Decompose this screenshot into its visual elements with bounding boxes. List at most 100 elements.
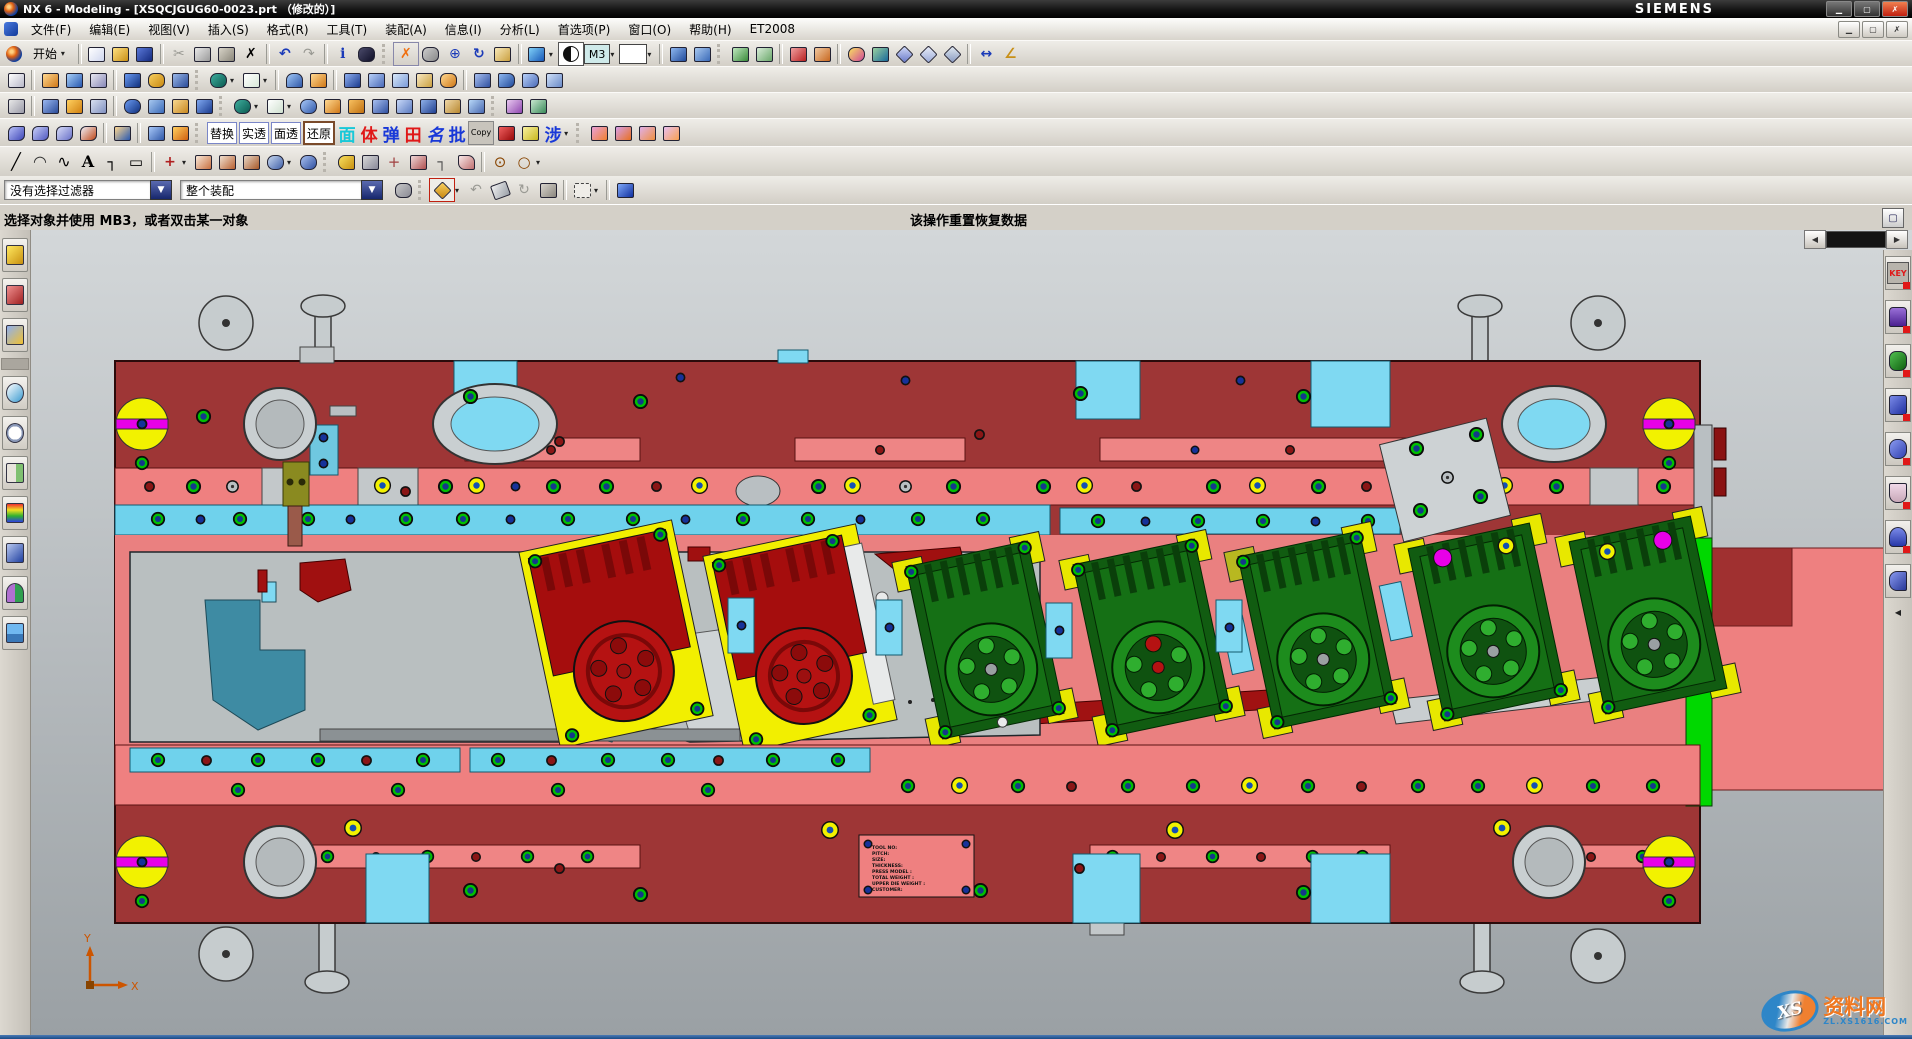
join-curve-icon[interactable] [358,151,382,173]
reuse-library-icon[interactable] [2,456,28,490]
snip-curve-icon[interactable] [406,151,430,173]
gasket-template-button[interactable] [1885,344,1911,378]
red-cube-icon[interactable] [494,122,518,144]
view-orient-cube-icon[interactable] [525,43,549,65]
deselect-icon[interactable]: ↶ [464,179,488,201]
cut-icon[interactable]: ✂ [167,43,191,65]
draft-body-icon[interactable] [416,95,440,117]
edit-section-icon[interactable] [690,43,714,65]
face-translucent-button[interactable]: 面透 [271,122,301,144]
measure-distance-icon[interactable]: ↔ [974,43,998,65]
mirror-body-icon[interactable] [62,95,86,117]
selection-scope-arrow-icon[interactable]: ▼ [361,180,383,200]
delete-icon[interactable]: ✗ [239,43,263,65]
quick-trim-icon[interactable] [191,151,215,173]
point-dropdown[interactable]: ▾ [182,158,191,167]
history-clock-icon[interactable] [2,416,28,450]
datum-plane-icon[interactable] [206,69,230,91]
snap-point-dropdown[interactable]: ▾ [455,186,464,195]
line-icon[interactable]: ╱ [4,151,28,173]
csys-orient-icon[interactable] [810,43,834,65]
shade-diamond-icon[interactable] [892,43,916,65]
m3-reference-set[interactable]: M3 [584,43,611,65]
through-curves-icon[interactable] [28,122,52,144]
csys-vector-icon[interactable] [786,43,810,65]
pattern-icon[interactable] [86,95,110,117]
menu-analysis[interactable]: 分析(L) [491,19,549,40]
menu-tools[interactable]: 工具(T) [318,19,377,40]
rotate-point-icon[interactable]: ↻ [512,179,536,201]
internet-explorer-icon[interactable] [2,376,28,410]
save-icon[interactable] [133,43,157,65]
offset-dropdown[interactable]: ▾ [287,158,296,167]
swept-icon[interactable] [110,122,134,144]
pin-template-button[interactable] [1885,520,1911,554]
grab-point-icon[interactable] [536,179,560,201]
datum-csys-dropdown[interactable]: ▾ [254,102,263,111]
block-icon[interactable] [120,69,144,91]
scroll-left-icon[interactable]: ◀ [1804,230,1826,249]
boss2-icon[interactable] [192,95,216,117]
punch-template-button[interactable] [1885,476,1911,510]
hole-icon[interactable] [120,95,144,117]
chamfer-icon[interactable] [368,95,392,117]
stitch-icon[interactable] [440,95,464,117]
copy-component-icon[interactable] [635,122,659,144]
marquee-select-icon[interactable] [570,179,594,201]
menu-edit[interactable]: 编辑(E) [80,19,139,40]
offset-surface-icon[interactable] [502,95,526,117]
copy-icon[interactable] [191,43,215,65]
interference-button[interactable]: 涉 [542,122,564,144]
move-component-icon[interactable] [587,122,611,144]
bend-icon[interactable] [168,122,192,144]
menu-help[interactable]: 帮助(H) [680,19,740,40]
pocket-icon[interactable] [168,69,192,91]
circle-tool-icon[interactable]: ○ [512,151,536,173]
tube-icon[interactable] [296,151,320,173]
menu-window[interactable]: 窗口(O) [619,19,680,40]
roles-people-icon[interactable] [2,576,28,610]
visualization-wand-icon[interactable] [2,496,28,530]
menu-format[interactable]: 格式(R) [258,19,318,40]
key-template-button[interactable]: KEY [1885,256,1911,290]
cue-scrollbar[interactable]: ◀ ▶ [1804,231,1908,248]
clip-section-icon[interactable] [666,43,690,65]
menu-assemblies[interactable]: 装配(A) [376,19,436,40]
point-feature-icon[interactable] [296,95,320,117]
shade-diamond2-icon[interactable] [916,43,940,65]
display-part-icon[interactable] [868,43,892,65]
pan-icon[interactable] [491,43,515,65]
paste-icon[interactable] [215,43,239,65]
block-template-button[interactable] [1885,388,1911,422]
close-button[interactable]: ✗ [1882,1,1908,17]
zoom-icon[interactable]: ⊕ [443,43,467,65]
circle-dropdown[interactable]: ▾ [536,158,545,167]
restore-display-button[interactable]: 还原 [303,121,335,145]
blank-style-dropdown[interactable]: ▾ [647,50,656,59]
sketch-dropdown[interactable]: ▾ [263,76,272,85]
flange-icon[interactable] [144,122,168,144]
scene-wand-icon[interactable] [2,536,28,570]
lower-rail[interactable] [115,745,1700,805]
name-tool-button[interactable]: 名 [424,122,446,144]
rotate-view-icon[interactable]: ↻ [467,43,491,65]
plane-icon[interactable] [263,95,287,117]
restore-button[interactable]: ▢ [1854,1,1880,17]
dome-icon[interactable] [282,69,306,91]
corner2-icon[interactable]: ┐ [430,151,454,173]
arc-trim-icon[interactable] [454,151,478,173]
datum-csys-icon[interactable] [230,95,254,117]
menu-file[interactable]: 文件(F) [22,19,80,40]
snap-point-button[interactable] [429,178,455,202]
selection-filter-arrow-icon[interactable]: ▼ [150,180,172,200]
menu-preferences[interactable]: 首选项(P) [549,19,620,40]
plane-dropdown[interactable]: ▾ [287,102,296,111]
blank-style-button[interactable] [619,43,647,65]
ruled-surface-icon[interactable] [4,122,28,144]
menu-information[interactable]: 信息(I) [436,19,491,40]
restore-view-icon[interactable]: ▢ [1882,208,1904,228]
sweep-icon[interactable] [86,69,110,91]
quick-extend-icon[interactable] [215,151,239,173]
shade-diamond3-icon[interactable] [940,43,964,65]
studio-surface-icon[interactable] [76,122,100,144]
